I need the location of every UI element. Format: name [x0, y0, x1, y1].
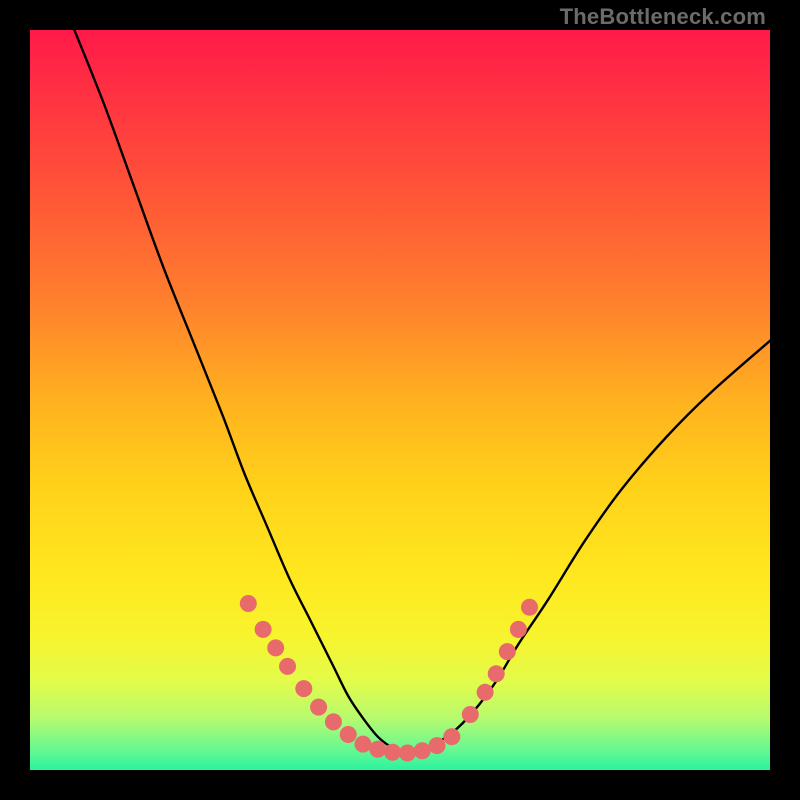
chart-plot	[30, 30, 770, 770]
marker-dot	[510, 621, 527, 638]
marker-dot	[399, 744, 416, 761]
watermark-text: TheBottleneck.com	[560, 4, 766, 30]
marker-dot	[255, 621, 272, 638]
marker-dot	[279, 658, 296, 675]
marker-dot	[477, 684, 494, 701]
marker-dot	[325, 713, 342, 730]
marker-dot	[295, 680, 312, 697]
marker-dot	[384, 744, 401, 761]
marker-dot	[443, 728, 460, 745]
chart-background	[30, 30, 770, 770]
marker-dot	[310, 699, 327, 716]
marker-dot	[499, 643, 516, 660]
marker-dot	[488, 665, 505, 682]
marker-dot	[240, 595, 257, 612]
marker-dot	[340, 726, 357, 743]
marker-dot	[462, 706, 479, 723]
marker-dot	[429, 737, 446, 754]
marker-dot	[267, 639, 284, 656]
marker-dot	[355, 736, 372, 753]
marker-dot	[414, 742, 431, 759]
marker-dot	[521, 599, 538, 616]
marker-dot	[369, 741, 386, 758]
chart-frame	[30, 30, 770, 770]
